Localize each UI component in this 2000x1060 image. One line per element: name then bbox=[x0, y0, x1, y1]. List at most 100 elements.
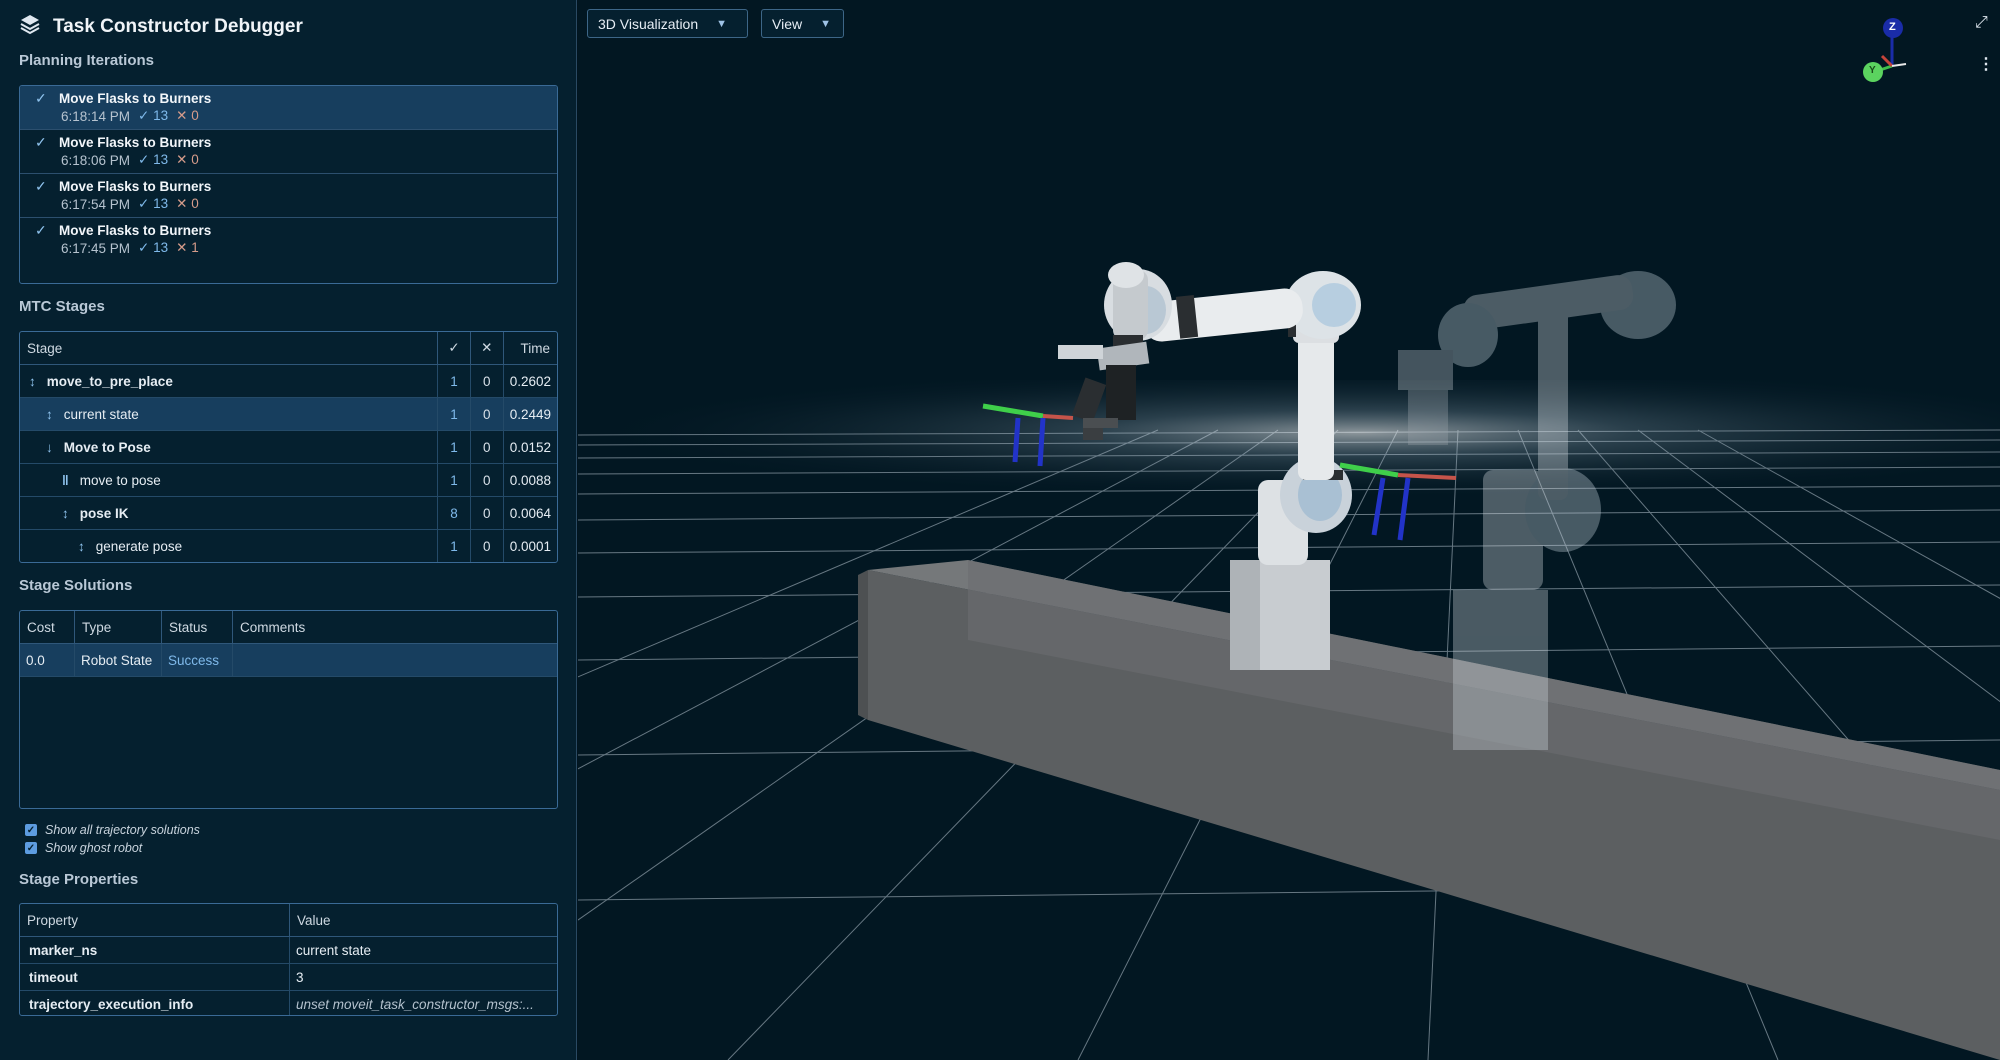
col-success[interactable]: ✓ bbox=[437, 332, 471, 365]
stage-row[interactable]: ↕ generate pose 1 0 0.0001 bbox=[20, 529, 557, 562]
solution-type: Robot State bbox=[74, 643, 162, 677]
stage-row[interactable]: ↕ current state 1 0 0.2449 bbox=[20, 397, 557, 431]
iteration-time: 6:17:45 PM bbox=[61, 240, 131, 256]
col-property[interactable]: Property bbox=[20, 904, 290, 937]
check-icon: ✓ bbox=[138, 152, 150, 167]
iteration-success-count: 13 bbox=[153, 108, 169, 123]
stage-properties-label: Stage Properties bbox=[19, 871, 139, 888]
app-header: Task Constructor Debugger bbox=[19, 13, 303, 41]
property-row[interactable]: marker_ns current state bbox=[20, 936, 557, 964]
stage-failed: 0 bbox=[470, 529, 504, 562]
planning-iteration-item[interactable]: ✓ Move Flasks to Burners 6:17:54 PM ✓ 13… bbox=[20, 174, 557, 218]
col-comments[interactable]: Comments bbox=[232, 611, 557, 644]
fullscreen-icon[interactable]: ⤢ bbox=[1975, 14, 1988, 32]
iteration-time: 6:18:06 PM bbox=[61, 152, 131, 168]
property-row[interactable]: trajectory_execution_info unset moveit_t… bbox=[20, 990, 557, 1015]
stage-name: Move to Pose bbox=[63, 439, 151, 455]
stage-time: 0.0152 bbox=[503, 430, 557, 464]
stage-success: 1 bbox=[437, 430, 471, 464]
stage-row[interactable]: ↕ pose IK 8 0 0.0064 bbox=[20, 496, 557, 530]
iteration-fail-count: 0 bbox=[191, 152, 199, 167]
stages-header-row: Stage ✓ ✕ Time bbox=[20, 332, 557, 365]
updown-arrow-icon: ↕ bbox=[78, 538, 85, 554]
cross-icon: ✕ bbox=[176, 108, 188, 123]
property-name: timeout bbox=[20, 963, 290, 991]
stage-row[interactable]: ‖ move to pose 1 0 0.0088 bbox=[20, 463, 557, 497]
planning-iteration-item[interactable]: ✓ Move Flasks to Burners 6:18:14 PM ✓ 13… bbox=[20, 86, 557, 130]
stage-failed: 0 bbox=[470, 397, 504, 431]
debugger-panel: Task Constructor Debugger Planning Itera… bbox=[0, 0, 577, 1060]
stage-time: 0.0001 bbox=[509, 538, 551, 554]
property-name: marker_ns bbox=[20, 936, 290, 964]
stage-failed: 0 bbox=[470, 496, 504, 530]
stage-failed: 0 bbox=[470, 364, 504, 398]
cross-icon: ✕ bbox=[176, 240, 188, 255]
solution-cost: 0.0 bbox=[20, 643, 75, 677]
col-stage[interactable]: Stage bbox=[20, 332, 439, 365]
property-value: current state bbox=[289, 936, 557, 964]
properties-header-row: Property Value bbox=[20, 904, 557, 937]
stage-row[interactable]: ↕ move_to_pre_place 1 0 0.2602 bbox=[20, 364, 557, 398]
layers-icon bbox=[19, 13, 41, 41]
stage-solutions-table: Cost Type Status Comments 0.0 Robot Stat… bbox=[19, 610, 558, 809]
col-type[interactable]: Type bbox=[74, 611, 162, 644]
stage-name: move_to_pre_place bbox=[46, 373, 173, 389]
3d-scene[interactable] bbox=[578, 0, 2000, 1060]
iteration-fail-count: 0 bbox=[191, 108, 199, 123]
solutions-header-row: Cost Type Status Comments bbox=[20, 611, 557, 644]
stage-time: 0.0088 bbox=[503, 463, 557, 497]
axis-y-label: Y bbox=[1869, 65, 1876, 76]
cross-icon: ✕ bbox=[176, 152, 188, 167]
planning-iterations-list: ✓ Move Flasks to Burners 6:18:14 PM ✓ 13… bbox=[19, 85, 558, 284]
check-icon: ✓ bbox=[35, 178, 47, 194]
solution-comments bbox=[232, 643, 557, 677]
chevron-down-icon: ▼ bbox=[716, 17, 728, 30]
cross-icon: ✕ bbox=[176, 196, 188, 211]
planning-iteration-item[interactable]: ✓ Move Flasks to Burners 6:17:45 PM ✓ 13… bbox=[20, 218, 557, 262]
stage-failed: 0 bbox=[470, 430, 504, 464]
stage-row[interactable]: ↓ Move to Pose 1 0 0.0152 bbox=[20, 430, 557, 464]
chevron-down-icon: ▼ bbox=[820, 17, 831, 30]
check-icon: ✓ bbox=[35, 134, 47, 150]
visualization-select[interactable]: 3D Visualization ▼ bbox=[587, 9, 748, 38]
col-cost[interactable]: Cost bbox=[20, 611, 75, 644]
app-title: Task Constructor Debugger bbox=[53, 16, 303, 37]
visualization-select-value: 3D Visualization bbox=[598, 15, 699, 32]
show-all-trajectories-checkbox[interactable]: ✓ Show all trajectory solutions bbox=[25, 823, 200, 837]
check-icon: ✓ bbox=[35, 222, 47, 238]
show-ghost-robot-checkbox[interactable]: ✓ Show ghost robot bbox=[25, 841, 142, 855]
check-icon: ✓ bbox=[35, 90, 47, 106]
solution-row[interactable]: 0.0 Robot State Success bbox=[20, 643, 557, 677]
iteration-success-count: 13 bbox=[153, 240, 169, 255]
stage-name: pose IK bbox=[79, 505, 129, 521]
stage-solutions-label: Stage Solutions bbox=[19, 577, 133, 594]
property-value: unset moveit_task_constructor_msgs:... bbox=[296, 996, 534, 1012]
mtc-stages-table: Stage ✓ ✕ Time ↕ move_to_pre_place 1 0 0… bbox=[19, 331, 558, 563]
updown-arrow-icon: ↕ bbox=[29, 373, 36, 389]
stage-time: 0.2449 bbox=[503, 397, 557, 431]
stage-properties-table: Property Value marker_ns current state t… bbox=[19, 903, 558, 1016]
col-value[interactable]: Value bbox=[289, 904, 557, 937]
check-icon: ✓ bbox=[138, 196, 150, 211]
col-failed[interactable]: ✕ bbox=[470, 332, 504, 365]
iteration-name: Move Flasks to Burners bbox=[59, 91, 212, 106]
down-arrow-icon: ↓ bbox=[46, 439, 53, 455]
more-options-icon[interactable]: ⋮ bbox=[1978, 54, 1994, 74]
axis-gizmo[interactable]: Z Y bbox=[1860, 16, 1920, 86]
property-row[interactable]: timeout 3 bbox=[20, 963, 557, 991]
axis-z-label: Z bbox=[1889, 21, 1896, 33]
property-value: 3 bbox=[289, 963, 557, 991]
updown-arrow-icon: ↕ bbox=[62, 505, 69, 521]
checkbox-checked-icon: ✓ bbox=[25, 842, 37, 854]
iteration-time: 6:18:14 PM bbox=[61, 108, 131, 124]
view-menu-label: View bbox=[772, 15, 803, 32]
iteration-name: Move Flasks to Burners bbox=[59, 223, 212, 238]
view-menu-button[interactable]: View ▼ bbox=[761, 9, 844, 38]
stage-name: current state bbox=[63, 406, 139, 422]
col-status[interactable]: Status bbox=[161, 611, 233, 644]
planning-iteration-item[interactable]: ✓ Move Flasks to Burners 6:18:06 PM ✓ 13… bbox=[20, 130, 557, 174]
col-time[interactable]: Time bbox=[503, 332, 557, 365]
stage-success: 1 bbox=[437, 529, 471, 562]
3d-viewport[interactable]: 3D Visualization ▼ View ▼ Z Y ⤢ ⋮ bbox=[578, 0, 2000, 1060]
checkbox-label: Show all trajectory solutions bbox=[45, 823, 200, 837]
